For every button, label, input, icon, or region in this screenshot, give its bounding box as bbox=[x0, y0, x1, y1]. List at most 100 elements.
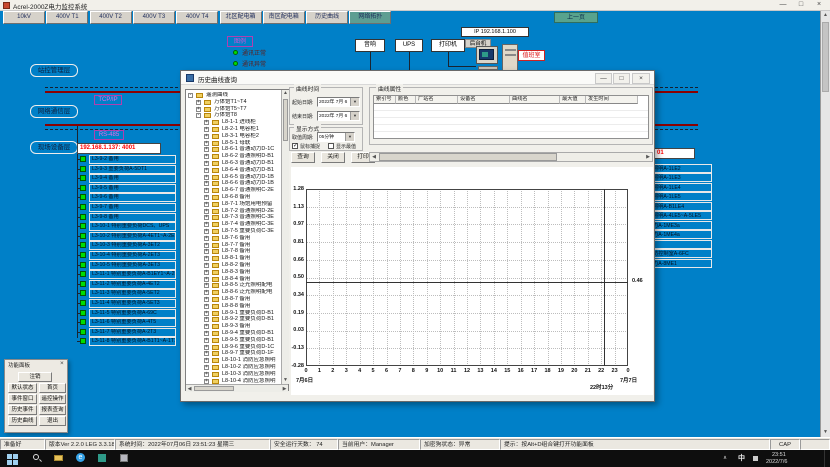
browser-icon[interactable]: e bbox=[74, 452, 87, 464]
tree-item[interactable]: +L8-7-2 普通照明D-2E bbox=[186, 208, 282, 215]
tree-item[interactable]: +L8-8-7 备用 bbox=[186, 296, 282, 303]
tree-item[interactable]: +L8-8-4 备用 bbox=[186, 276, 282, 283]
tab-网络拓扑[interactable]: 网络拓扑 bbox=[349, 11, 391, 24]
column-header[interactable]: 发生时间 bbox=[586, 96, 638, 104]
end-date-select[interactable]: 2022年 7月 6▼ bbox=[317, 111, 360, 121]
minimize-icon[interactable]: — bbox=[775, 1, 791, 10]
logout-button[interactable]: 注销 bbox=[18, 372, 52, 382]
column-header[interactable]: 厂站名 bbox=[416, 96, 458, 104]
tree-vscrollbar[interactable]: ▲ ▼ bbox=[281, 90, 289, 384]
expand-icon[interactable]: - bbox=[196, 113, 201, 118]
expand-icon[interactable]: + bbox=[204, 127, 209, 132]
tree-item[interactable]: +L8-10-3 消防应急照明 bbox=[186, 371, 282, 378]
panel-button-报表查询[interactable]: 报表查询 bbox=[39, 405, 66, 415]
tab-400V T1[interactable]: 400V T1 bbox=[46, 11, 88, 24]
close-button[interactable]: 关闭 bbox=[321, 152, 345, 163]
expand-icon[interactable]: + bbox=[204, 304, 209, 309]
expand-icon[interactable]: + bbox=[204, 263, 209, 268]
tree-item[interactable]: +L8-9-5 重要负荷D-B1 bbox=[186, 337, 282, 344]
tree-item[interactable]: +L8-7-5 重要负荷C-3E bbox=[186, 228, 282, 235]
tree-item[interactable]: +L8-7-4 普通照明C-3E bbox=[186, 221, 282, 228]
column-header[interactable]: 曲线名 bbox=[510, 96, 560, 104]
tree-item[interactable]: +L8-9-1 重要负荷D-B1 bbox=[186, 310, 282, 317]
tab-400V T4[interactable]: 400V T4 bbox=[176, 11, 218, 24]
tree-item[interactable]: +L8-3-1 电容柜2 bbox=[186, 133, 282, 140]
tree-item[interactable]: +L8-9-3 备用 bbox=[186, 323, 282, 330]
tree-item[interactable]: +L8-7-6 备用 bbox=[186, 235, 282, 242]
scroll-right-icon[interactable]: ▶ bbox=[644, 154, 652, 160]
chevron-down-icon[interactable]: ▼ bbox=[350, 98, 359, 106]
expand-icon[interactable]: + bbox=[204, 345, 209, 350]
expand-icon[interactable]: + bbox=[204, 351, 209, 356]
expand-icon[interactable]: + bbox=[196, 107, 201, 112]
tree-item[interactable]: +L8-6-7 普通照明C-2E bbox=[186, 187, 282, 194]
scroll-up-icon[interactable]: ▲ bbox=[282, 90, 289, 96]
mouse-capture-checkbox[interactable]: ✓ bbox=[292, 143, 298, 149]
expand-icon[interactable]: + bbox=[204, 188, 209, 193]
query-button[interactable]: 查询 bbox=[291, 152, 315, 163]
main-vscrollbar[interactable]: ▲ ▼ bbox=[820, 11, 830, 437]
panel-button-历史曲线[interactable]: 历史曲线 bbox=[8, 416, 37, 426]
device-item[interactable]: L3-11-7 特别重要负荷A-2T3 bbox=[89, 328, 176, 337]
device-item[interactable]: L3-9-7 备用 bbox=[89, 203, 176, 212]
expand-icon[interactable]: + bbox=[204, 222, 209, 227]
device-item[interactable]: L3-9-4 备用 bbox=[89, 174, 176, 183]
tree-item[interactable]: -遥测曲线 bbox=[186, 92, 282, 99]
tree-item[interactable]: +L8-10-2 消防应急照明 bbox=[186, 364, 282, 371]
expand-icon[interactable]: + bbox=[196, 100, 201, 105]
device-item[interactable]: L3-9-5 备用 bbox=[89, 184, 176, 193]
tree-item[interactable]: +万体馆T5~T7 bbox=[186, 106, 282, 113]
expand-icon[interactable]: + bbox=[204, 338, 209, 343]
clock-date[interactable]: 2022/7/6 bbox=[766, 459, 787, 465]
tab-历史曲线[interactable]: 历史曲线 bbox=[306, 11, 348, 24]
device-item[interactable]: L3-11-8 特别重要负荷A-B1T1~A-1T1 bbox=[89, 337, 176, 346]
device-item[interactable]: L3-10-5 特别重要负荷A-3ET3 bbox=[89, 261, 176, 270]
expand-icon[interactable]: + bbox=[204, 311, 209, 316]
show-desktop-button[interactable] bbox=[824, 450, 825, 467]
tree-item[interactable]: +L8-8-5 泛光照明配电 bbox=[186, 282, 282, 289]
expand-icon[interactable]: + bbox=[204, 147, 209, 152]
search-icon[interactable] bbox=[30, 452, 43, 464]
expand-icon[interactable]: + bbox=[204, 134, 209, 139]
scroll-up-icon[interactable]: ▲ bbox=[821, 12, 830, 18]
panel-button-事件窗口[interactable]: 事件窗口 bbox=[8, 394, 37, 404]
expand-icon[interactable]: + bbox=[204, 283, 209, 288]
dialog-title-bar[interactable]: 历史曲线查询 — □ × bbox=[181, 71, 654, 85]
app-icon[interactable] bbox=[118, 452, 131, 464]
input-method-indicator[interactable]: 中 bbox=[738, 453, 745, 463]
expand-icon[interactable]: + bbox=[204, 209, 209, 214]
device-item[interactable]: L3-9-3 重要负荷A-5DT1 bbox=[89, 165, 176, 174]
folder-icon[interactable] bbox=[52, 452, 65, 464]
tree-item[interactable]: +L8-7-7 备用 bbox=[186, 242, 282, 249]
expand-icon[interactable]: + bbox=[204, 317, 209, 322]
expand-icon[interactable]: + bbox=[204, 141, 209, 146]
tab-北区配电箱[interactable]: 北区配电箱 bbox=[220, 11, 262, 24]
expand-icon[interactable]: + bbox=[204, 277, 209, 282]
device-item[interactable]: L3-11-2 特别重要负荷A-4ET2 bbox=[89, 280, 176, 289]
expand-icon[interactable]: + bbox=[204, 175, 209, 180]
tree-item[interactable]: +L8-9-4 重要负荷D-B1 bbox=[186, 330, 282, 337]
device-item[interactable]: L3-10-2 特别重要负荷A-4ET1~A-2ET1 bbox=[89, 232, 176, 241]
dialog-minimize-icon[interactable]: — bbox=[595, 73, 612, 84]
expand-icon[interactable]: + bbox=[204, 324, 209, 329]
tree-item[interactable]: +L8-7-8 备用 bbox=[186, 248, 282, 255]
chevron-down-icon[interactable]: ▼ bbox=[345, 133, 354, 141]
panel-button-首页[interactable]: 首页 bbox=[39, 383, 66, 393]
tab-400V T2[interactable]: 400V T2 bbox=[90, 11, 132, 24]
expand-icon[interactable]: + bbox=[204, 202, 209, 207]
expand-icon[interactable]: + bbox=[204, 181, 209, 186]
expand-icon[interactable]: + bbox=[204, 236, 209, 241]
expand-icon[interactable]: + bbox=[204, 120, 209, 125]
tree-item[interactable]: +L8-9-7 重要负荷D-1F bbox=[186, 350, 282, 357]
tree-item[interactable]: +L8-9-2 重要负荷D-B1 bbox=[186, 316, 282, 323]
device-item[interactable]: L3-10-3 特别重要负荷A-3ET2 bbox=[89, 241, 176, 250]
attr-table-hscrollbar[interactable]: ◀ ▶ bbox=[369, 152, 653, 162]
expand-icon[interactable]: + bbox=[204, 154, 209, 159]
device-item[interactable]: L3-11-6 特别重要负荷A-4T5 bbox=[89, 318, 176, 327]
device-item[interactable]: L3-11-4 特别重要负荷A-5ET3 bbox=[89, 299, 176, 308]
expand-icon[interactable]: + bbox=[204, 243, 209, 248]
tree-item[interactable]: +L8-8-3 备用 bbox=[186, 269, 282, 276]
column-header[interactable]: 索引号 bbox=[374, 96, 396, 104]
tab-南区配电箱[interactable]: 南区配电箱 bbox=[263, 11, 305, 24]
tree-item[interactable]: +L8-9-6 重要负荷D-1C bbox=[186, 344, 282, 351]
